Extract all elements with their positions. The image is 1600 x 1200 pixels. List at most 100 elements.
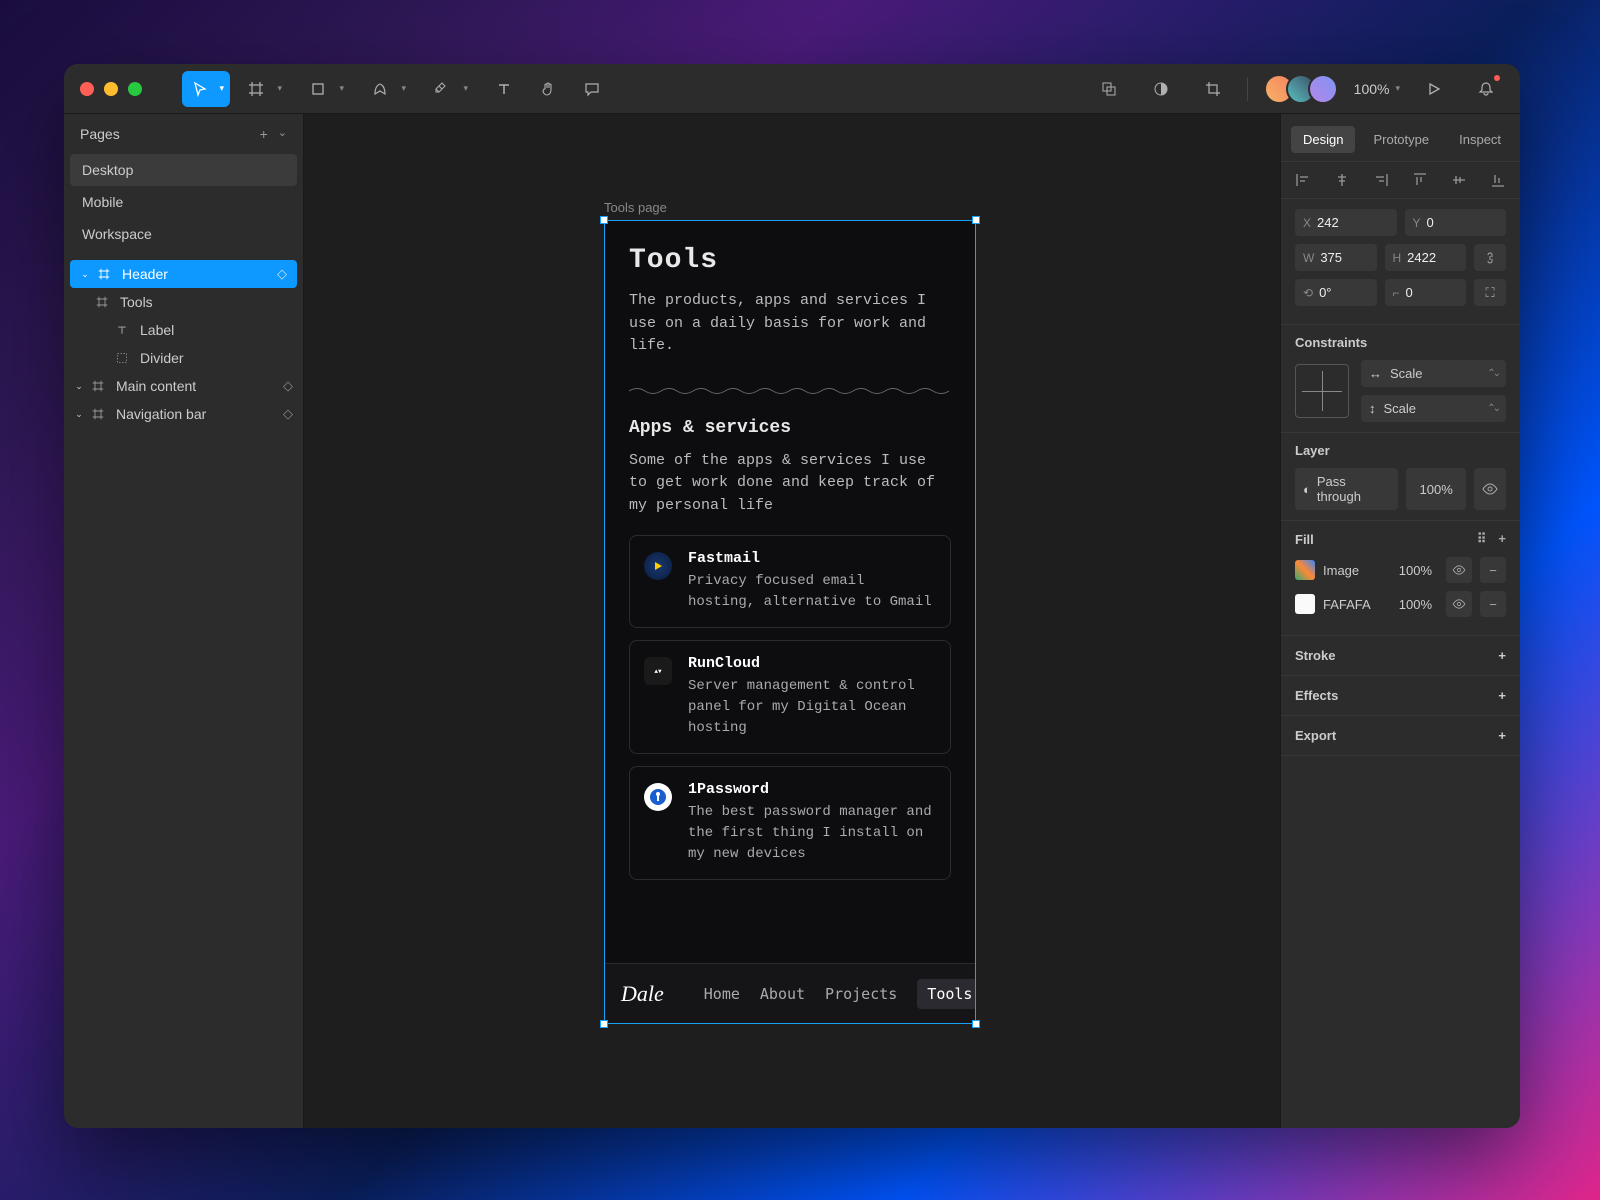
app-card: 1Password The best password manager and … [629,766,951,880]
1password-icon [644,783,672,811]
zoom-control[interactable]: 100% ▾ [1354,81,1400,97]
text-tool[interactable] [486,71,522,107]
fill-opacity[interactable]: 100% [1388,559,1438,582]
page-item-workspace[interactable]: Workspace [64,218,303,250]
close-window[interactable] [80,82,94,96]
radius-field[interactable]: ⌐0 [1385,279,1467,306]
fill-label[interactable]: Image [1323,559,1380,582]
align-top-icon[interactable] [1412,172,1428,188]
constrain-proportions-icon[interactable] [1474,244,1506,271]
minimize-window[interactable] [104,82,118,96]
effects-section[interactable]: Effects + [1281,676,1520,716]
add-fill-icon[interactable]: + [1498,531,1506,547]
selection-handle[interactable] [600,1020,608,1028]
constraints-section: Constraints ↔ Scale ↕ Scale [1281,325,1520,433]
page-item-desktop[interactable]: Desktop [70,154,297,186]
layer-label-item[interactable]: Label [64,316,303,344]
fill-swatch-image[interactable] [1295,560,1315,580]
frame-icon [92,380,108,392]
remove-fill-icon[interactable]: − [1480,557,1506,583]
tab-prototype[interactable]: Prototype [1361,126,1441,153]
inspector-tabs: Design Prototype Inspect [1281,114,1520,161]
component-icon[interactable]: ◇ [277,266,287,282]
remove-fill-icon[interactable]: − [1480,591,1506,617]
canvas[interactable]: Tools page Tools The products, apps and … [304,114,1280,1128]
export-section[interactable]: Export + [1281,716,1520,756]
layer-main-content[interactable]: ⌄ Main content ◇ [64,372,303,400]
w-field[interactable]: W375 [1295,244,1377,271]
crop-icon[interactable] [1195,71,1231,107]
layer-tools[interactable]: Tools [64,288,303,316]
add-export-icon[interactable]: + [1498,728,1506,743]
constraint-target[interactable] [1295,364,1349,418]
add-page-icon[interactable]: + [260,126,268,142]
align-left-icon[interactable] [1295,172,1311,188]
brand-logo[interactable]: Dale [621,981,664,1007]
horizontal-icon: ↔ [1369,366,1382,381]
selection-handle[interactable] [600,216,608,224]
collaborator-avatars[interactable] [1264,74,1338,104]
nav-link-about[interactable]: About [760,985,805,1003]
pages-chevron-icon[interactable]: ⌄ [278,126,287,142]
avatar[interactable] [1308,74,1338,104]
chevron-down-icon[interactable]: ⌄ [80,269,90,280]
fill-swatch-color[interactable] [1295,594,1315,614]
frame-tool[interactable] [238,71,274,107]
hand-tool[interactable] [530,71,566,107]
visibility-icon[interactable] [1446,557,1472,583]
independent-corners-icon[interactable]: ⛶ [1474,279,1506,306]
h-field[interactable]: H2422 [1385,244,1467,271]
add-stroke-icon[interactable]: + [1498,648,1506,663]
align-vcenter-icon[interactable] [1451,172,1467,188]
layer-opacity-field[interactable]: 100% [1406,468,1466,510]
move-tool[interactable] [182,71,230,107]
add-effect-icon[interactable]: + [1498,688,1506,703]
chevron-right-icon[interactable]: ⌄ [74,409,84,420]
visibility-icon[interactable] [1446,591,1472,617]
fill-style-icon[interactable]: ⠿ [1477,531,1487,547]
tab-inspect[interactable]: Inspect [1447,126,1513,153]
align-right-icon[interactable] [1373,172,1389,188]
rotation-field[interactable]: ⟲0° [1295,279,1377,306]
align-hcenter-icon[interactable] [1334,172,1350,188]
frame-tools-page[interactable]: Tools The products, apps and services I … [604,220,976,1024]
frame-label[interactable]: Tools page [604,200,667,215]
selection-handle[interactable] [972,216,980,224]
tab-design[interactable]: Design [1291,126,1355,153]
mask-icon[interactable] [1091,71,1127,107]
shape-tool[interactable] [300,71,336,107]
component-icon[interactable]: ◇ [283,406,293,422]
notifications-icon[interactable] [1468,71,1504,107]
page-item-mobile[interactable]: Mobile [64,186,303,218]
section-title: Apps & services [629,418,951,438]
layer-label: Tools [120,294,153,310]
layer-navigation-bar[interactable]: ⌄ Navigation bar ◇ [64,400,303,428]
nav-link-home[interactable]: Home [704,985,740,1003]
comment-tool[interactable] [574,71,610,107]
nav-link-projects[interactable]: Projects [825,985,897,1003]
y-field[interactable]: Y0 [1405,209,1507,236]
blend-mode-select[interactable]: ◐ Pass through [1295,468,1398,510]
align-bottom-icon[interactable] [1490,172,1506,188]
layer-divider-item[interactable]: Divider [64,344,303,372]
pencil-tool[interactable] [424,71,460,107]
fill-opacity[interactable]: 100% [1388,593,1438,616]
stroke-section[interactable]: Stroke + [1281,636,1520,676]
layer-header[interactable]: ⌄ Header ◇ [70,260,297,288]
pen-tool[interactable] [362,71,398,107]
maximize-window[interactable] [128,82,142,96]
fill-label[interactable]: FAFAFA [1323,593,1380,616]
component-icon[interactable]: ◇ [283,378,293,394]
card-title: Fastmail [688,550,936,567]
contrast-icon[interactable] [1143,71,1179,107]
x-field[interactable]: X242 [1295,209,1397,236]
visibility-icon[interactable] [1474,468,1506,510]
selection-handle[interactable] [972,1020,980,1028]
present-button[interactable] [1416,71,1452,107]
chevron-right-icon[interactable]: ⌄ [74,381,84,392]
nav-link-tools[interactable]: Tools [917,979,976,1009]
titlebar: 100% ▾ [64,64,1520,114]
constraint-v-select[interactable]: ↕ Scale [1361,395,1506,422]
card-title: RunCloud [688,655,936,672]
constraint-h-select[interactable]: ↔ Scale [1361,360,1506,387]
